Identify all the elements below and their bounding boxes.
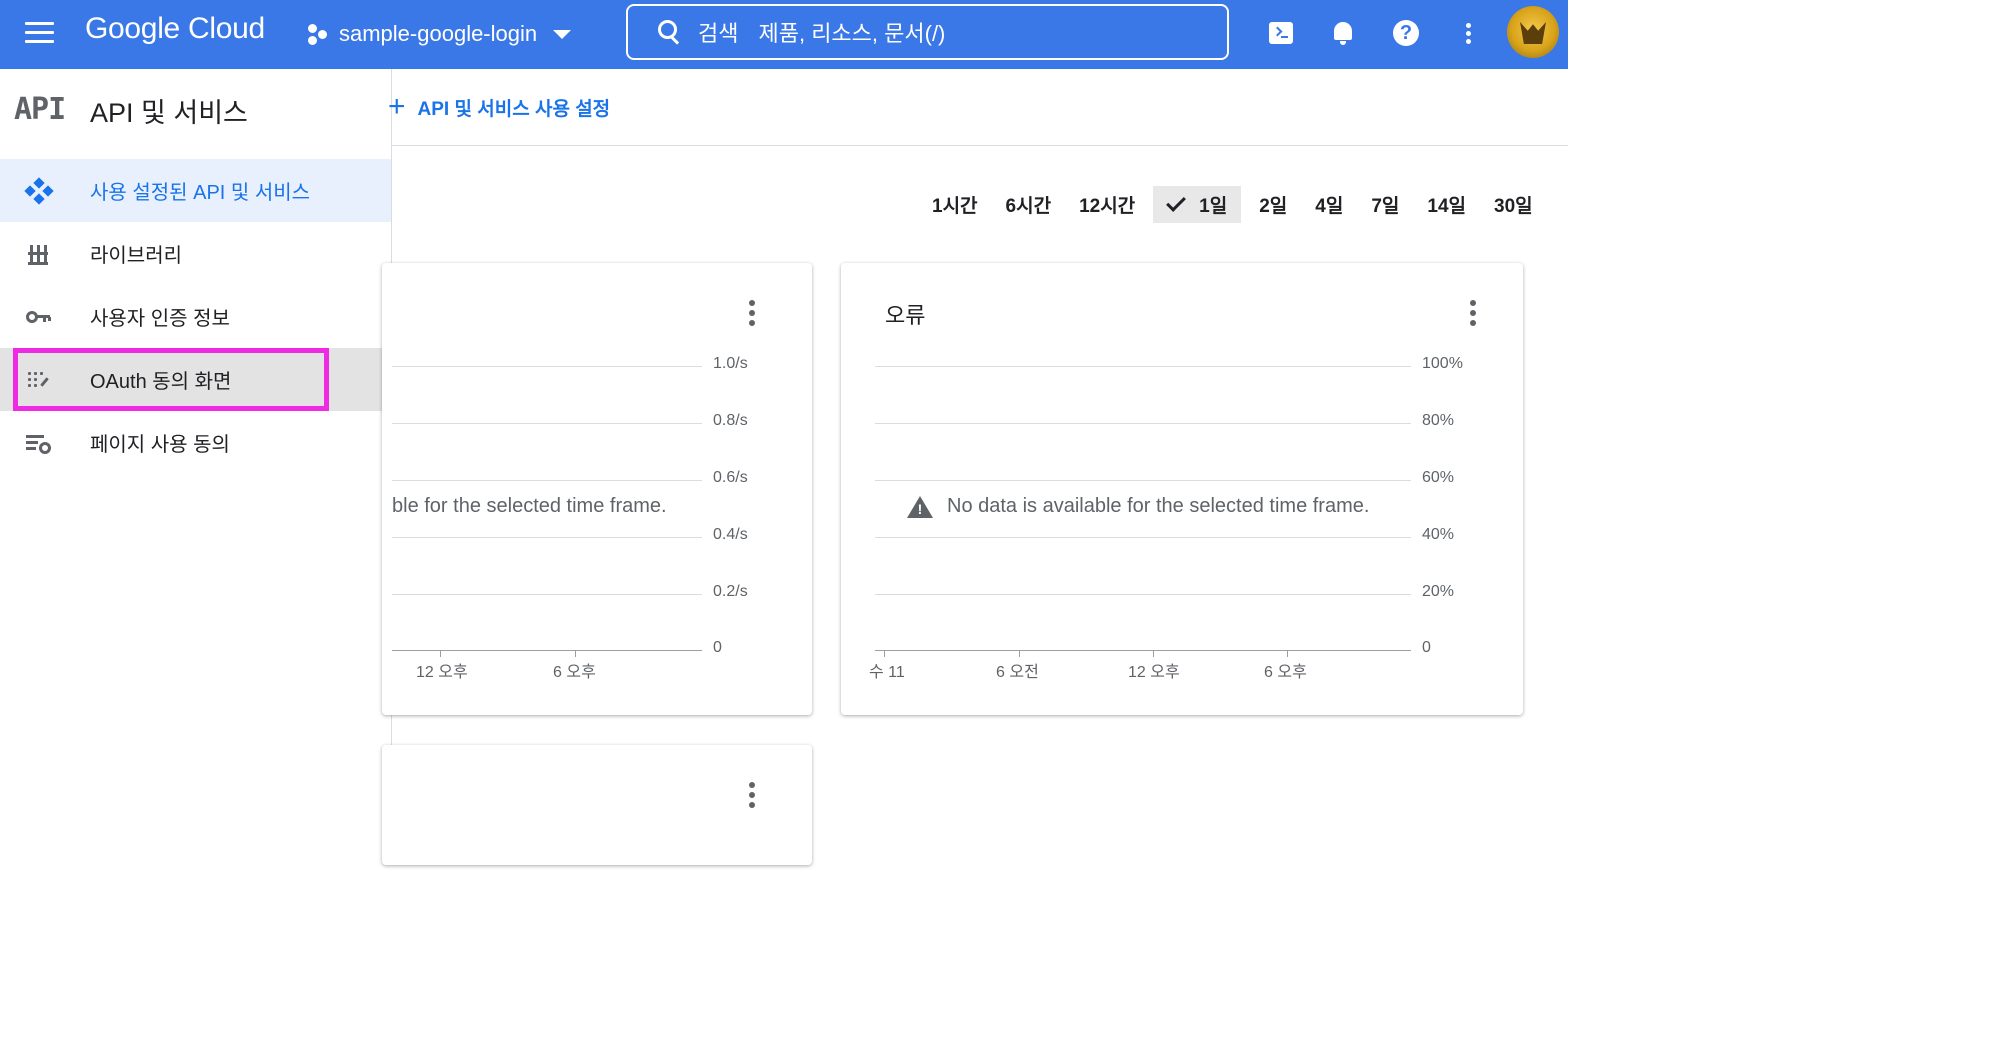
- time-range-14d[interactable]: 14일: [1417, 186, 1476, 223]
- time-range-1h[interactable]: 1시간: [922, 186, 988, 223]
- user-avatar[interactable]: [1507, 6, 1559, 58]
- y-tick-label: 0.6/s: [713, 469, 748, 486]
- project-selector[interactable]: sample-google-login: [305, 18, 572, 50]
- x-tick-label: 6 오후: [1264, 664, 1307, 681]
- x-tick-mark: [575, 650, 576, 657]
- y-tick-label: 20%: [1422, 583, 1455, 600]
- x-tick-label: 12 오후: [1128, 664, 1180, 681]
- enable-apis-label: API 및 서비스 사용 설정: [417, 98, 611, 120]
- project-icon: [305, 21, 331, 47]
- no-data-message: No data is available for the selected ti…: [907, 495, 1369, 518]
- top-app-bar: Google Cloud sample-google-login 검색 제품, …: [0, 0, 1568, 69]
- search-placeholder: 제품, 리소스, 문서(/): [758, 21, 946, 46]
- y-tick-label: 60%: [1422, 469, 1455, 486]
- time-range-4d[interactable]: 4일: [1305, 186, 1353, 223]
- hamburger-menu-icon[interactable]: [25, 22, 55, 44]
- enable-apis-button[interactable]: + API 및 서비스 사용 설정: [388, 90, 611, 123]
- x-axis-line: [392, 650, 702, 651]
- card-more-icon[interactable]: [742, 782, 762, 808]
- time-range-6h[interactable]: 6시간: [996, 186, 1062, 223]
- card-more-icon[interactable]: [742, 300, 762, 326]
- google-cloud-logo[interactable]: Google Cloud: [85, 12, 265, 46]
- sidebar-item-label: 사용자 인증 정보: [90, 308, 230, 330]
- grid-line: [875, 594, 1411, 595]
- search-icon: [658, 20, 682, 44]
- dropdown-arrow-icon: [553, 29, 572, 39]
- grid-line: [875, 537, 1411, 538]
- search-box[interactable]: 검색 제품, 리소스, 문서(/): [626, 4, 1229, 60]
- project-name: sample-google-login: [339, 21, 538, 46]
- sidebar-item-label: 사용 설정된 API 및 서비스: [90, 182, 311, 204]
- grid-line: [875, 480, 1411, 481]
- no-data-text: No data is available for the selected ti…: [947, 495, 1370, 517]
- action-bar: + API 및 서비스 사용 설정: [388, 69, 1568, 146]
- api-diamond-icon: [24, 177, 54, 205]
- no-data-text: ble for the selected time frame.: [392, 495, 667, 517]
- card-title: 오류: [885, 303, 926, 328]
- sidebar-item-library[interactable]: 라이브러리: [0, 222, 391, 285]
- grid-line: [392, 594, 702, 595]
- y-tick-label: 100%: [1422, 355, 1463, 372]
- y-tick-label: 40%: [1422, 526, 1455, 543]
- x-tick-mark: [1153, 650, 1154, 657]
- time-range-30d[interactable]: 30일: [1484, 186, 1543, 223]
- grid-line: [392, 537, 702, 538]
- y-tick-label: 1.0/s: [713, 355, 748, 372]
- no-data-message: ble for the selected time frame.: [392, 495, 667, 518]
- x-tick-label: 12 오후: [416, 664, 468, 681]
- x-tick-mark: [884, 650, 885, 657]
- search-label: 검색: [698, 21, 739, 46]
- grid-line: [875, 366, 1411, 367]
- grid-line: [392, 480, 702, 481]
- grid-line: [875, 423, 1411, 424]
- time-range-2d[interactable]: 2일: [1249, 186, 1297, 223]
- y-tick-label: 80%: [1422, 412, 1455, 429]
- notifications-bell-icon[interactable]: [1328, 18, 1358, 48]
- key-icon: [26, 305, 52, 329]
- sidebar-item-enabled-apis[interactable]: 사용 설정된 API 및 서비스: [0, 159, 391, 222]
- time-range-7d[interactable]: 7일: [1361, 186, 1409, 223]
- main-content: + API 및 서비스 사용 설정 1시간 6시간 12시간 1일 2일 4일 …: [382, 69, 1568, 865]
- api-logo-icon: API: [14, 92, 66, 127]
- grid-line: [392, 366, 702, 367]
- y-tick-label: 0: [713, 639, 722, 656]
- errors-chart-card: 오류 100% 80% 60% 40% 20% 0 수 11 6 오전 12 오…: [841, 263, 1523, 715]
- time-range-label: 1일: [1199, 196, 1228, 217]
- page-consent-gear-icon: [26, 431, 52, 455]
- time-range-1d[interactable]: 1일: [1153, 186, 1242, 223]
- x-tick-mark: [1019, 650, 1020, 657]
- time-range-12h[interactable]: 12시간: [1069, 186, 1145, 223]
- sidebar-item-label: 페이지 사용 동의: [90, 434, 230, 456]
- latency-chart-card: [382, 745, 812, 865]
- x-tick-label: 6 오전: [996, 664, 1039, 681]
- y-tick-label: 0.8/s: [713, 412, 748, 429]
- x-tick-mark: [1287, 650, 1288, 657]
- highlight-box: [13, 348, 329, 411]
- time-range-selector: 1시간 6시간 12시간 1일 2일 4일 7일 14일 30일: [922, 186, 1551, 223]
- library-icon: [26, 242, 52, 266]
- help-icon[interactable]: ?: [1391, 18, 1421, 48]
- sidebar-item-label: 라이브러리: [90, 245, 182, 267]
- sidebar-item-page-consent[interactable]: 페이지 사용 동의: [0, 411, 391, 474]
- y-tick-label: 0.2/s: [713, 583, 748, 600]
- x-tick-label: 6 오후: [553, 664, 596, 681]
- y-tick-label: 0: [1422, 639, 1431, 656]
- sidebar-item-credentials[interactable]: 사용자 인증 정보: [0, 285, 391, 348]
- x-tick-label: 수 11: [869, 664, 905, 681]
- sidebar-header: API API 및 서비스: [0, 69, 391, 145]
- y-tick-label: 0.4/s: [713, 526, 748, 543]
- sidebar: API API 및 서비스 사용 설정된 API 및 서비스 라이브러리 사용자…: [0, 69, 392, 826]
- card-more-icon[interactable]: [1463, 300, 1483, 326]
- checkmark-icon: [1166, 191, 1187, 212]
- grid-line: [392, 423, 702, 424]
- traffic-chart-card: 1.0/s 0.8/s 0.6/s 0.4/s 0.2/s 0 12 오후 6 …: [382, 263, 812, 715]
- x-tick-mark: [440, 650, 441, 657]
- sidebar-title: API 및 서비스: [90, 98, 248, 128]
- plus-icon: +: [388, 90, 406, 123]
- warning-icon: [907, 495, 933, 518]
- more-options-icon[interactable]: [1453, 18, 1483, 48]
- x-axis-line: [875, 650, 1411, 651]
- cloud-shell-icon[interactable]: [1266, 18, 1296, 48]
